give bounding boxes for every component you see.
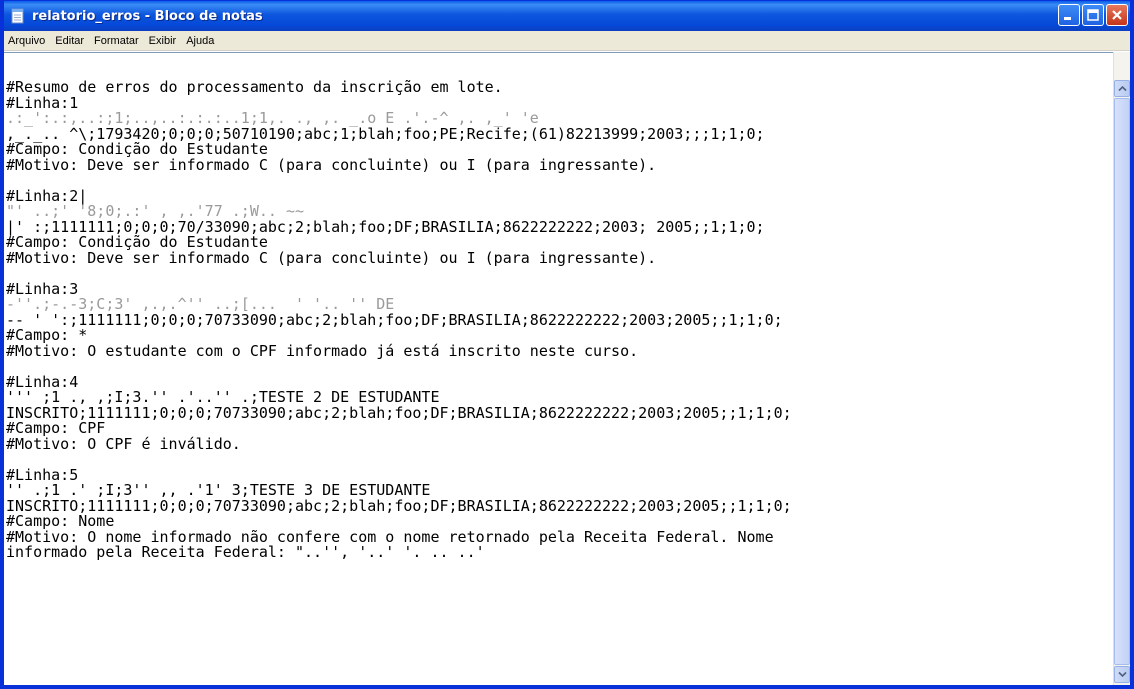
scroll-down-button[interactable] xyxy=(1114,666,1130,683)
menu-editar[interactable]: Editar xyxy=(51,31,90,51)
close-button[interactable] xyxy=(1106,4,1128,26)
text-line: #Motivo: O CPF é inválido. xyxy=(6,434,241,453)
text-line: INSCRITO;1111111;0;0;0;70733090;abc;2;bl… xyxy=(6,403,792,422)
text-line: -- ' ':;1111111;0;0;0;70733090;abc;2;bla… xyxy=(6,310,783,329)
maximize-button[interactable] xyxy=(1082,4,1104,26)
text-line: #Motivo: Deve ser informado C (para conc… xyxy=(6,248,657,267)
minimize-icon xyxy=(1064,17,1071,20)
scroll-thumb[interactable] xyxy=(1114,98,1130,665)
menu-ajuda[interactable]: Ajuda xyxy=(182,31,220,51)
notepad-icon[interactable] xyxy=(10,8,26,24)
window-title: relatorio_erros - Bloco de notas xyxy=(32,8,263,24)
document-text[interactable]: #Resumo de erros do processamento da ins… xyxy=(4,53,1113,561)
menu-formatar[interactable]: Formatar xyxy=(90,31,145,51)
text-line: #Motivo: O estudante com o CPF informado… xyxy=(6,341,639,360)
text-line xyxy=(6,173,1113,189)
text-line: #Motivo: Deve ser informado C (para conc… xyxy=(6,155,657,174)
text-line xyxy=(6,266,1113,282)
text-line: informado pela Receita Federal: "..'', '… xyxy=(6,543,485,561)
text-line xyxy=(6,452,1113,468)
text-line: INSCRITO;1111111;0;0;0;70733090;abc;2;bl… xyxy=(6,496,792,515)
notepad-window: relatorio_erros - Bloco de notas Arquivo… xyxy=(0,0,1134,689)
scroll-up-button[interactable] xyxy=(1114,80,1130,97)
maximize-icon xyxy=(1087,9,1099,21)
arrow-down-icon xyxy=(1118,671,1127,678)
text-editor[interactable]: #Resumo de erros do processamento da ins… xyxy=(4,52,1113,685)
menu-arquivo[interactable]: Arquivo xyxy=(4,31,51,51)
text-line xyxy=(6,359,1113,375)
text-line: #Resumo de erros do processamento da ins… xyxy=(6,78,503,96)
menu-bar: Arquivo Editar Formatar Exibir Ajuda xyxy=(4,31,1130,51)
minimize-button[interactable] xyxy=(1058,4,1080,26)
arrow-up-icon xyxy=(1118,85,1127,92)
menu-exibir[interactable]: Exibir xyxy=(145,31,183,51)
title-bar[interactable]: relatorio_erros - Bloco de notas xyxy=(4,1,1130,31)
vertical-scrollbar[interactable] xyxy=(1113,52,1130,685)
window-controls xyxy=(1058,4,1128,26)
close-icon xyxy=(1112,10,1122,20)
